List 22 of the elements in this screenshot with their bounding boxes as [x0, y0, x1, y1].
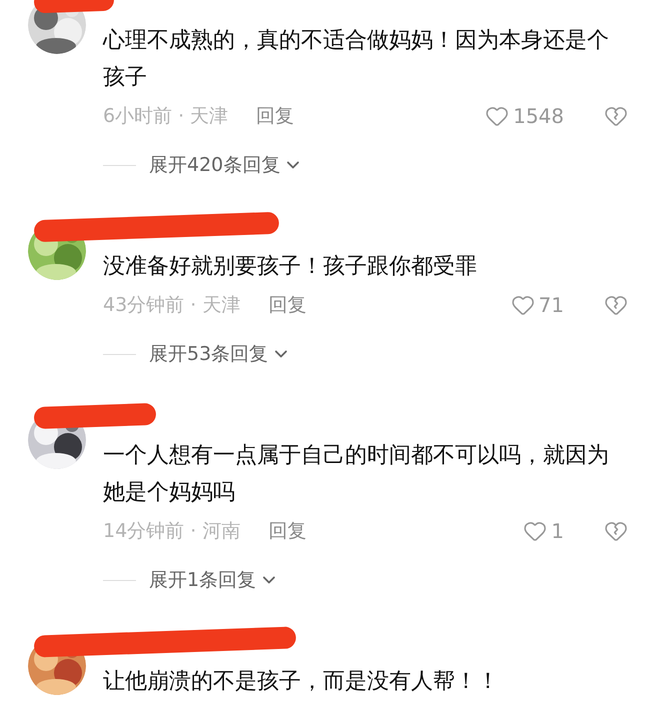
dislike-icon[interactable] [604, 293, 628, 317]
comment-text: 心理不成熟的，真的不适合做妈妈！因为本身还是个孩子 [103, 27, 610, 92]
like-icon[interactable] [510, 293, 535, 317]
expand-replies-button[interactable]: 展开53条回复 [149, 340, 292, 368]
comment-time-location: 43分钟前 · 天津 [103, 292, 240, 318]
like-count: 1 [551, 518, 564, 545]
dislike-icon[interactable] [604, 104, 628, 128]
reply-button[interactable]: 回复 [256, 102, 294, 130]
like-count: 1548 [513, 103, 564, 130]
comment-text: 没准备好就别要孩子！孩子跟你都受罪 [103, 253, 478, 281]
like-count: 71 [538, 292, 564, 319]
reply-button[interactable]: 回复 [268, 290, 306, 320]
comment-time-location: 6小时前 · 天津 [103, 104, 228, 129]
comment-text: 一个人想有一点属于自己的时间都不可以吗，就因为她是个妈妈吗 [103, 442, 610, 507]
comment-time-location: 14分钟前 · 河南 [103, 518, 240, 544]
expand-replies-button[interactable]: 展开420条回复 [149, 150, 304, 180]
like-icon[interactable] [523, 519, 548, 543]
comment-text: 让他崩溃的不是孩子，而是没有人帮！！ [103, 668, 500, 696]
expand-replies-button[interactable]: 展开1条回复 [149, 566, 280, 594]
like-icon[interactable] [485, 104, 510, 128]
reply-button[interactable]: 回复 [268, 516, 306, 546]
dislike-icon[interactable] [604, 519, 628, 543]
